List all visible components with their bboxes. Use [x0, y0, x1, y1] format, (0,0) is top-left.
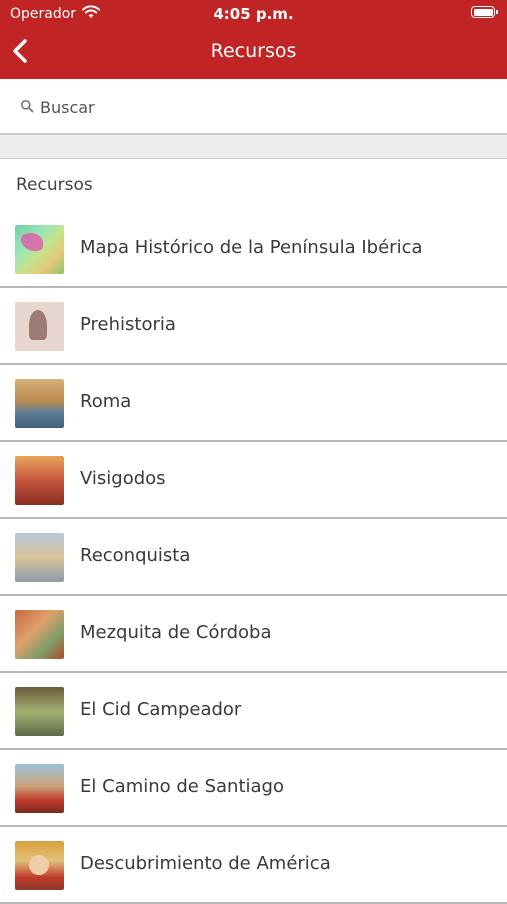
- battery-tip: [496, 10, 498, 14]
- resource-list: Mapa Histórico de la Península Ibérica P…: [0, 211, 507, 904]
- battery-level: [473, 8, 493, 16]
- section-header: Recursos: [0, 159, 507, 213]
- search-input[interactable]: [38, 93, 482, 121]
- list-item-label: Reconquista: [80, 545, 191, 566]
- status-bar: Operador 4:05 p.m.: [0, 0, 507, 28]
- search-bar[interactable]: [0, 79, 507, 135]
- prehistory-thumbnail: [15, 302, 64, 351]
- list-item[interactable]: Visigodos: [0, 442, 507, 519]
- top-bar: Operador 4:05 p.m. Recursos: [0, 0, 507, 79]
- list-item-label: Mezquita de Córdoba: [80, 622, 272, 643]
- navigation-bar: Recursos: [0, 28, 507, 79]
- mosque-thumbnail: [15, 610, 64, 659]
- list-item-label: El Camino de Santiago: [80, 776, 284, 797]
- list-item-label: El Cid Campeador: [80, 699, 242, 720]
- list-item-label: Prehistoria: [80, 314, 176, 335]
- visigoths-thumbnail: [15, 456, 64, 505]
- battery-icon: [471, 6, 498, 18]
- reconquista-thumbnail: [15, 533, 64, 582]
- list-item[interactable]: Reconquista: [0, 519, 507, 596]
- status-time: 4:05 p.m.: [213, 5, 294, 23]
- page-title: Recursos: [210, 40, 297, 62]
- list-item[interactable]: Mezquita de Córdoba: [0, 596, 507, 673]
- list-item[interactable]: Roma: [0, 365, 507, 442]
- rome-thumbnail: [15, 379, 64, 428]
- list-item[interactable]: El Cid Campeador: [0, 673, 507, 750]
- list-item[interactable]: Prehistoria: [0, 288, 507, 365]
- list-item-label: Roma: [80, 391, 132, 412]
- america-thumbnail: [15, 841, 64, 890]
- list-item-label: Visigodos: [80, 468, 166, 489]
- list-item-label: Descubrimiento de América: [80, 853, 331, 874]
- list-item[interactable]: Descubrimiento de América: [0, 827, 507, 904]
- list-item[interactable]: El Camino de Santiago: [0, 750, 507, 827]
- section-spacer: [0, 135, 507, 159]
- list-item[interactable]: Mapa Histórico de la Península Ibérica: [0, 211, 507, 288]
- santiago-thumbnail: [15, 764, 64, 813]
- el-cid-thumbnail: [15, 687, 64, 736]
- list-item-label: Mapa Histórico de la Península Ibérica: [80, 237, 423, 258]
- section-header-label: Recursos: [16, 175, 93, 195]
- map-thumbnail: [15, 225, 64, 274]
- search-icon: [21, 100, 34, 113]
